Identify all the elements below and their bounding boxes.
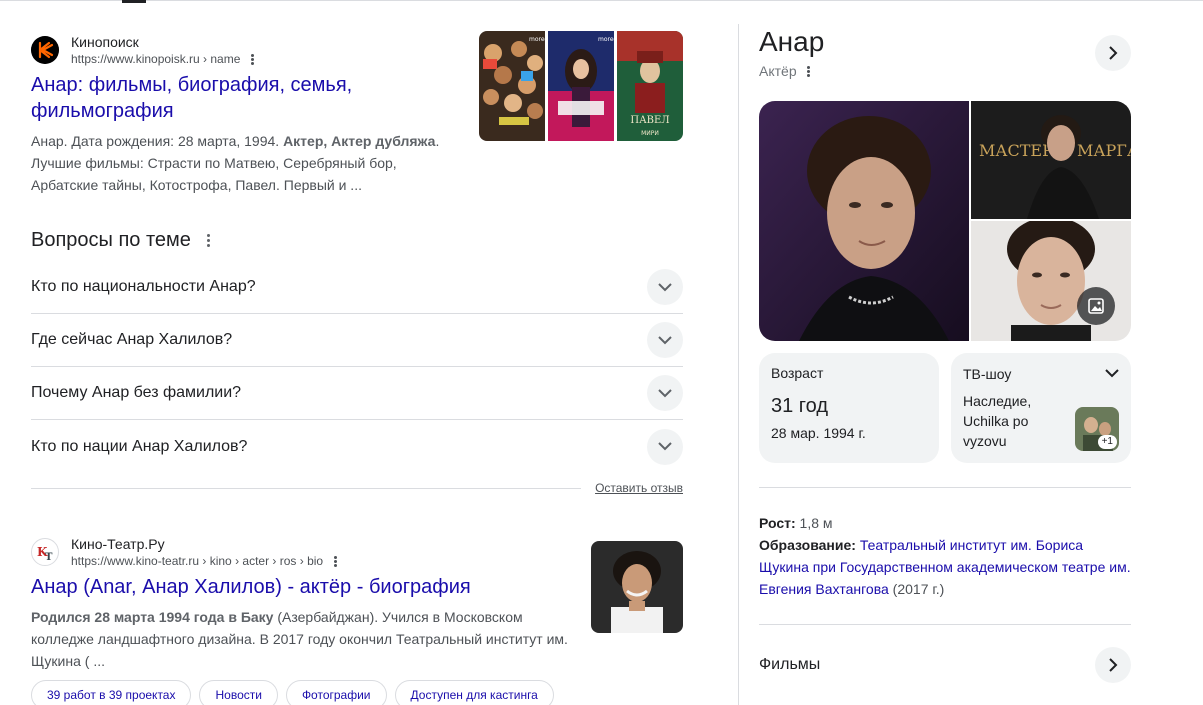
age-card[interactable]: Возраст 31 год 28 мар. 1994 г. (759, 353, 939, 463)
entity-photo-main[interactable] (759, 101, 969, 341)
chevron-down-icon[interactable] (1105, 365, 1119, 383)
chevron-down-icon[interactable] (647, 375, 683, 411)
svg-text:T: T (45, 552, 53, 563)
image-gallery-icon[interactable] (1077, 287, 1115, 325)
divider (31, 487, 582, 489)
search-result-kino-teatr: K T Кино-Театр.Ру https://www.kino-teatr… (31, 534, 683, 705)
result-site-name: Кино-Театр.Ру (71, 536, 165, 552)
tv-shows-label: ТВ-шоу (963, 366, 1012, 382)
entity-photo-portrait[interactable] (971, 221, 1131, 341)
search-result-kinopoisk: Кинопоиск https://www.kinopoisk.ru › nam… (31, 32, 471, 196)
column-divider (738, 24, 739, 705)
related-questions-title: Вопросы по теме (31, 228, 191, 251)
question-item[interactable]: Почему Анар без фамилии? (31, 367, 683, 420)
tv-shows-card[interactable]: ТВ-шоу Наследие, Uchilka po vyzovu +1 (951, 353, 1131, 463)
entity-subtitle: Актёр (759, 63, 797, 79)
films-title: Фильмы (759, 656, 821, 673)
result-thumbnail[interactable] (591, 541, 683, 633)
chevron-down-icon[interactable] (647, 322, 683, 358)
result-url: https://www.kinopoisk.ru › name (71, 52, 241, 66)
result-title-link[interactable]: Анар (Anar, Анар Халилов) - актёр - биог… (31, 574, 683, 600)
feedback-link[interactable]: Оставить отзыв (595, 481, 683, 495)
result-snippet: Родился 28 марта 1994 года в Баку (Азерб… (31, 609, 568, 669)
kino-teatr-favicon-icon: K T (31, 538, 59, 566)
chevron-down-icon[interactable] (647, 428, 683, 465)
education-link[interactable]: Евгения Вахтангова (759, 581, 889, 597)
svg-text:МИРИ: МИРИ (641, 130, 659, 137)
age-label: Возраст (771, 365, 824, 381)
poster-thumbnail[interactable]: moreo (548, 31, 614, 141)
result-thumbnails[interactable]: moreo moreo ПАВЕЛ МИРИ (479, 31, 683, 141)
related-questions: Вопросы по теме Кто по национальности Ан… (31, 227, 683, 503)
result-title-link[interactable]: Анар: фильмы, биография, семья, фильмогр… (31, 72, 471, 124)
more-options-icon[interactable] (334, 555, 338, 567)
tv-shows-list: Наследие, Uchilka po vyzovu (963, 393, 1032, 449)
chip-news[interactable]: Новости (199, 680, 278, 705)
more-count-badge: +1 (1097, 435, 1117, 449)
poster-thumbnail[interactable]: moreo (479, 31, 545, 141)
sitelink-chips: 39 работ в 39 проектах Новости Фотографи… (31, 680, 683, 705)
entity-photo-event[interactable]: МАСТЕР И МАРГАРИТА (971, 101, 1131, 219)
entity-name: Анар (759, 26, 825, 57)
tv-show-thumbnail[interactable]: +1 (1075, 407, 1119, 451)
education-link[interactable]: Щукина при Государственном академическом… (759, 559, 1131, 575)
question-item[interactable]: Где сейчас Анар Халилов? (31, 314, 683, 367)
chevron-right-icon[interactable] (1095, 647, 1131, 683)
question-item[interactable]: Кто по нации Анар Халилов? (31, 420, 683, 473)
chip-casting[interactable]: Доступен для кастинга (394, 680, 554, 705)
result-source[interactable]: Кинопоиск https://www.kinopoisk.ru › nam… (31, 32, 471, 68)
result-source[interactable]: K T Кино-Театр.Ру https://www.kino-teatr… (31, 534, 683, 570)
chip-photos[interactable]: Фотографии (285, 680, 387, 705)
fact-education: Образование: Театральный институт им. Бо… (759, 537, 1084, 553)
chevron-right-icon[interactable] (1095, 35, 1131, 71)
result-url: https://www.kino-teatr.ru › kino › acter… (71, 554, 324, 568)
svg-text:moreo: moreo (598, 36, 614, 43)
more-options-icon[interactable] (251, 53, 255, 65)
chip-works[interactable]: 39 работ в 39 проектах (31, 680, 192, 705)
age-value: 31 год (771, 395, 829, 417)
more-options-icon[interactable] (206, 233, 210, 247)
more-options-icon[interactable] (806, 65, 810, 77)
kinopoisk-favicon-icon (31, 36, 59, 64)
poster-thumbnail[interactable]: ПАВЕЛ МИРИ (617, 31, 683, 141)
education-link[interactable]: Театральный институт им. Бориса (860, 537, 1083, 553)
knowledge-panel: Анар Актёр МАСТЕР МАРГ Возраст 31 год 28… (759, 24, 1131, 683)
result-site-name: Кинопоиск (71, 34, 139, 50)
chevron-down-icon[interactable] (647, 269, 683, 305)
svg-text:ПАВЕЛ: ПАВЕЛ (630, 115, 669, 126)
search-results-column: Кинопоиск https://www.kinopoisk.ru › nam… (31, 0, 683, 705)
divider (759, 487, 1131, 488)
entity-image-gallery[interactable]: МАСТЕР И МАРГАРИТА (759, 101, 1131, 341)
fact-height: Рост: 1,8 м (759, 515, 833, 531)
entity-facts: Рост: 1,8 м Образование: Театральный инс… (759, 512, 1131, 600)
films-section[interactable]: Фильмы (759, 647, 1131, 683)
divider (759, 624, 1131, 625)
question-item[interactable]: Кто по национальности Анар? (31, 261, 683, 314)
svg-text:moreo: moreo (529, 36, 545, 43)
birth-date: 28 мар. 1994 г. (771, 425, 866, 441)
result-snippet: Анар. Дата рождения: 28 марта, 1994. Акт… (31, 133, 440, 193)
